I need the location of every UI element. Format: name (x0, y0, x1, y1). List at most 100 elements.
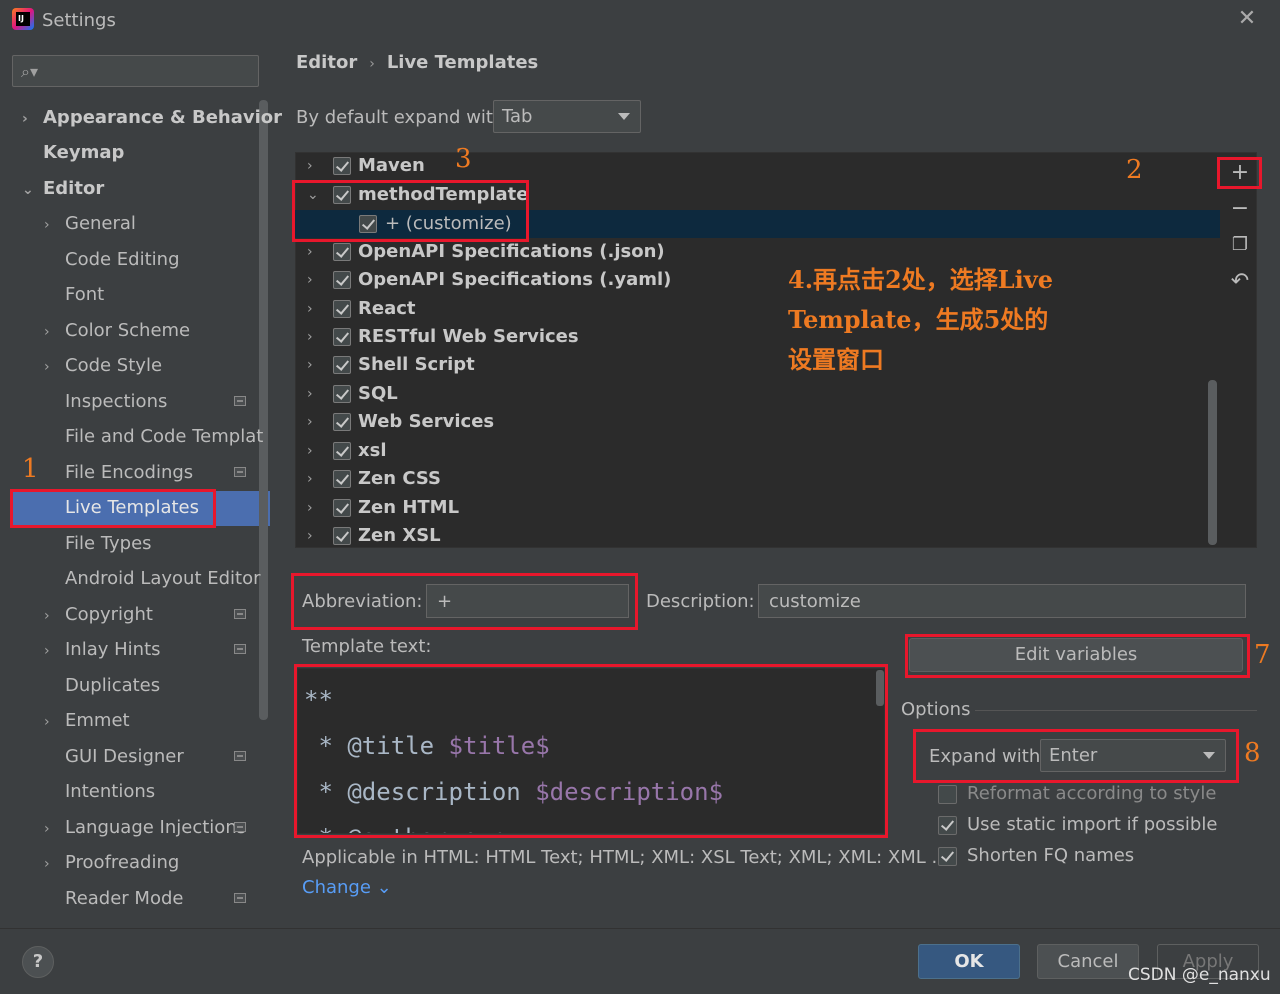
breadcrumb-parent[interactable]: Editor (296, 52, 357, 73)
applicable-contexts: Applicable in HTML: HTML Text; HTML; XML… (302, 847, 949, 868)
revert-icon[interactable]: ↶ (1228, 270, 1252, 294)
description-input[interactable]: customize (758, 584, 1246, 618)
checkbox[interactable] (333, 499, 351, 517)
chevron-right-icon: › (307, 443, 313, 459)
chevron-right-icon: › (307, 329, 313, 345)
tree-row-sql[interactable]: › SQL (307, 380, 807, 408)
annotation-number: 2 (1126, 155, 1143, 185)
chevron-right-icon: › (307, 357, 313, 373)
sidebar-item-intentions[interactable]: Intentions (65, 777, 155, 807)
chevron-right-icon: › (307, 528, 313, 544)
intellij-logo-icon: IJ (12, 8, 34, 30)
tree-row-zen-xsl[interactable]: › Zen XSL (307, 522, 807, 550)
checkbox[interactable] (359, 215, 377, 233)
checkbox[interactable] (333, 271, 351, 289)
sidebar-item-file-encodings[interactable]: File Encodings (65, 458, 193, 488)
copy-icon[interactable]: ❐ (1228, 233, 1252, 257)
sidebar-item-general[interactable]: › General (44, 209, 136, 239)
remove-icon[interactable]: − (1228, 197, 1252, 221)
checkbox[interactable] (938, 847, 957, 866)
sidebar-item-android-layout-editor[interactable]: Android Layout Editor (65, 564, 261, 594)
checkbox[interactable] (333, 527, 351, 545)
checkbox[interactable] (333, 157, 351, 175)
abbreviation-input[interactable]: + (426, 584, 629, 618)
chevron-right-icon: › (44, 324, 50, 340)
sidebar-item-file-code-templates[interactable]: File and Code Templat (65, 422, 263, 452)
sidebar-item-emmet[interactable]: › Emmet (44, 706, 130, 736)
sidebar-item-keymap[interactable]: Keymap (43, 138, 124, 168)
sidebar-scrollbar[interactable] (259, 100, 268, 720)
sidebar-item-language-injections[interactable]: › Language Injections (44, 813, 246, 843)
tree-row-zen-html[interactable]: › Zen HTML (307, 494, 807, 522)
checkbox[interactable] (333, 243, 351, 261)
sidebar-item-code-editing[interactable]: Code Editing (65, 245, 180, 275)
checkbox[interactable] (333, 385, 351, 403)
checkbox[interactable] (333, 413, 351, 431)
checkbox[interactable] (333, 186, 351, 204)
tree-scrollbar[interactable] (1208, 380, 1217, 545)
chevron-right-icon: › (44, 217, 50, 233)
change-contexts-link[interactable]: Change ⌄ (302, 877, 392, 898)
ok-button[interactable]: OK (918, 944, 1020, 979)
tree-row-maven[interactable]: › Maven (307, 152, 807, 180)
sidebar-item-gui-designer[interactable]: GUI Designer (65, 742, 184, 772)
tree-row-react[interactable]: › React (307, 295, 807, 323)
annotation-number: 1 (22, 454, 39, 484)
tree-row-zen-css[interactable]: › Zen CSS (307, 465, 807, 493)
chevron-right-icon: › (22, 111, 28, 127)
tree-row-web-services[interactable]: › Web Services (307, 408, 807, 436)
checkbox[interactable] (333, 470, 351, 488)
default-expand-select[interactable]: Tab (493, 100, 641, 133)
sidebar-item-file-types[interactable]: File Types (65, 529, 152, 559)
annotation-note: 4.再点击2处，选择Live Template，生成5处的 设置窗口 (788, 260, 1108, 380)
sidebar-item-appearance-behavior[interactable]: › Appearance & Behavior (22, 103, 282, 133)
expand-with-select[interactable]: Enter (1040, 739, 1226, 772)
checkbox[interactable] (333, 356, 351, 374)
search-input[interactable]: ⌕▾ (12, 55, 259, 87)
annotation-note-line: 设置窗口 (788, 345, 884, 374)
chevron-right-icon: › (44, 643, 50, 659)
window-title: Settings (42, 10, 116, 31)
editor-scrollbar[interactable] (876, 670, 884, 706)
sidebar-item-inlay-hints[interactable]: › Inlay Hints (44, 635, 161, 665)
checkbox[interactable] (333, 328, 351, 346)
expand-with-value: Enter (1049, 745, 1098, 766)
code-line: * @author e_n (304, 815, 878, 833)
checkbox[interactable] (938, 816, 957, 835)
checkbox[interactable] (333, 300, 351, 318)
sidebar-item-live-templates[interactable]: Live Templates (65, 493, 199, 523)
sidebar-item-font[interactable]: Font (65, 280, 104, 310)
chevron-right-icon: › (307, 414, 313, 430)
chevron-right-icon: › (307, 158, 313, 174)
tree-row-methodtemplate[interactable]: ⌄ methodTemplate (307, 181, 807, 209)
tree-row-restful[interactable]: › RESTful Web Services (307, 323, 807, 351)
sidebar-item-proofreading[interactable]: › Proofreading (44, 848, 179, 878)
checkbox[interactable] (938, 785, 957, 804)
chevron-right-icon: › (307, 244, 313, 260)
abbreviation-label: Abbreviation: (302, 591, 423, 612)
add-icon[interactable]: + (1228, 161, 1252, 185)
breadcrumb-current: Live Templates (386, 52, 539, 73)
sidebar-item-editor[interactable]: ⌄ Editor (22, 174, 104, 204)
project-settings-icon (234, 396, 246, 406)
sidebar-item-color-scheme[interactable]: › Color Scheme (44, 316, 190, 346)
sidebar-item-inspections[interactable]: Inspections (65, 387, 167, 417)
help-button[interactable]: ? (22, 946, 54, 978)
code-line: ** (304, 686, 333, 714)
cancel-button[interactable]: Cancel (1037, 944, 1139, 979)
edit-variables-button[interactable]: Edit variables (909, 638, 1243, 672)
sidebar-item-reader-mode[interactable]: Reader Mode (65, 884, 183, 914)
chevron-right-icon: › (307, 471, 313, 487)
sidebar-item-duplicates[interactable]: Duplicates (65, 671, 160, 701)
tree-row-customize[interactable]: + (customize) (307, 210, 807, 238)
template-text-editor[interactable]: ** * @title $title$ * @description $desc… (297, 668, 885, 834)
sidebar-item-copyright[interactable]: › Copyright (44, 600, 153, 630)
annotation-number: 8 (1244, 738, 1261, 768)
tree-row-openapi-json[interactable]: › OpenAPI Specifications (.json) (307, 238, 807, 266)
checkbox[interactable] (333, 442, 351, 460)
close-icon[interactable]: ✕ (1234, 6, 1260, 32)
tree-row-shell-script[interactable]: › Shell Script (307, 351, 807, 379)
tree-row-xsl[interactable]: › xsl (307, 437, 807, 465)
sidebar-item-code-style[interactable]: › Code Style (44, 351, 162, 381)
tree-row-openapi-yaml[interactable]: › OpenAPI Specifications (.yaml) (307, 266, 807, 294)
